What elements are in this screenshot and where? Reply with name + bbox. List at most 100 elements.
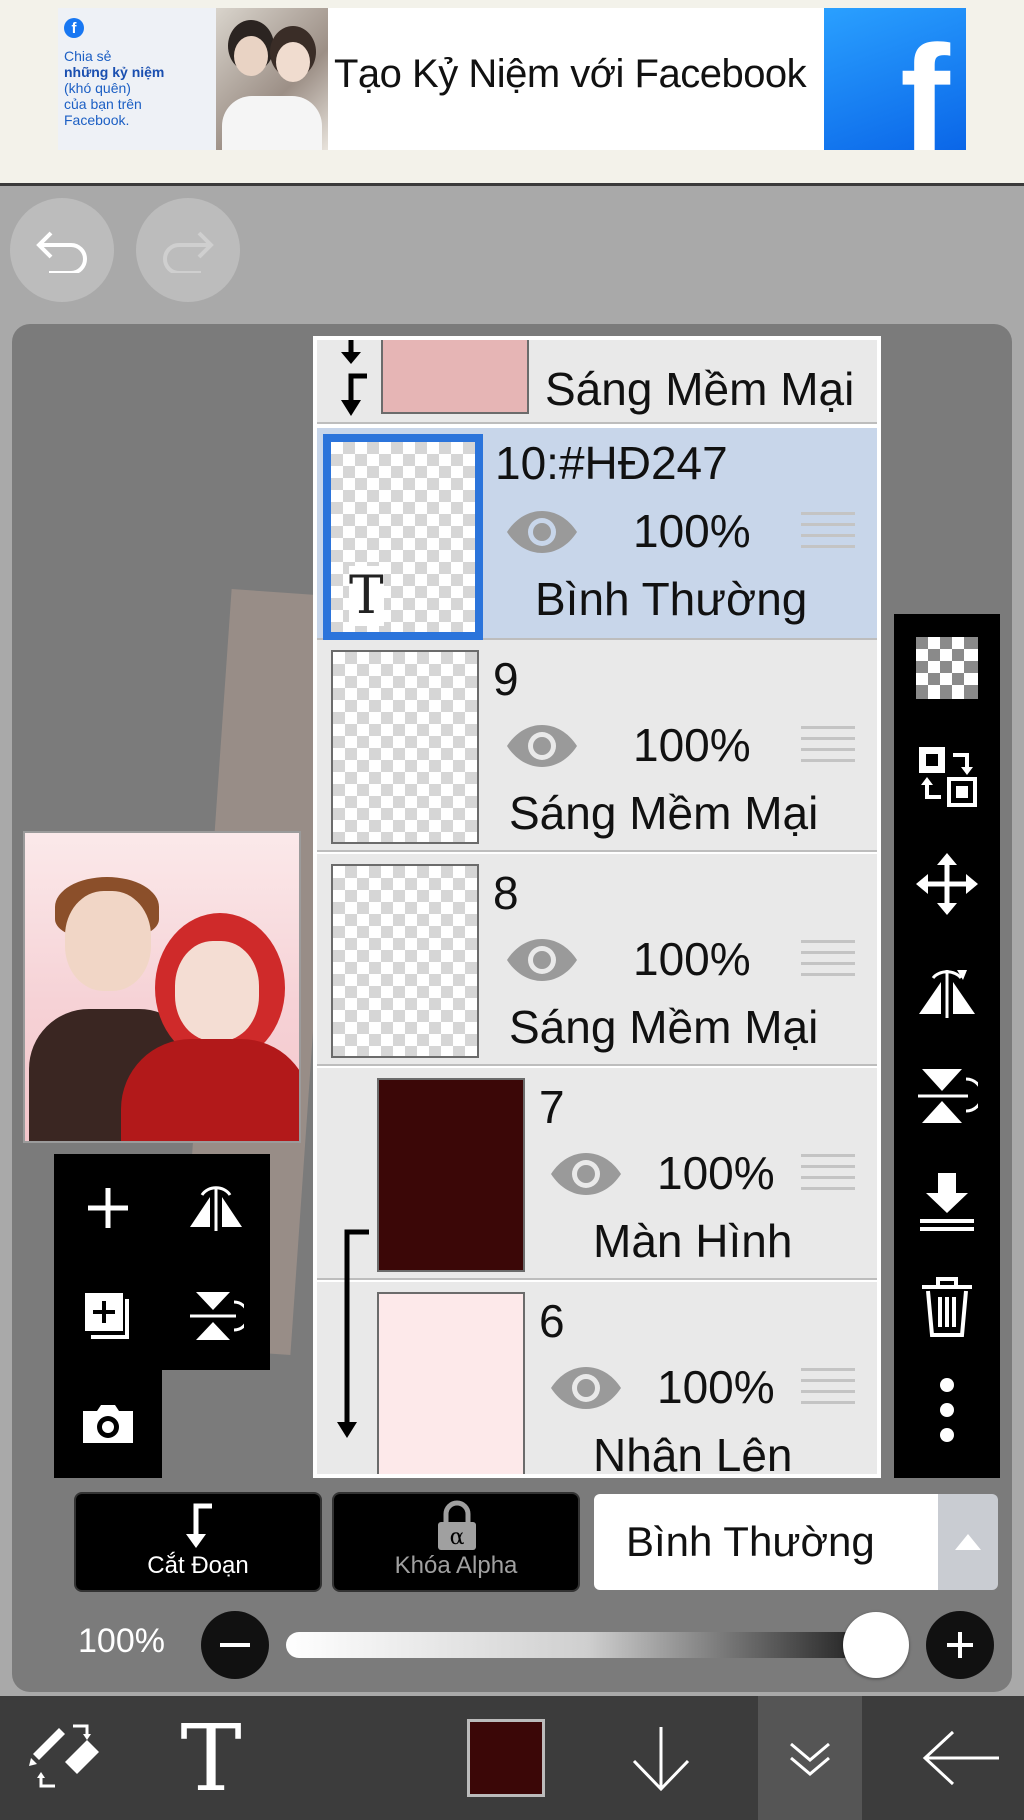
clip-bracket-icon: [337, 1229, 369, 1438]
trash-icon: [922, 1277, 972, 1337]
move-icon: [916, 853, 978, 915]
flip-horizontal-button[interactable]: [894, 940, 1000, 1040]
delete-layer-button[interactable]: [894, 1256, 1000, 1356]
ad-banner[interactable]: f Chia sẻ những kỷ niệm (khó quên) của b…: [0, 0, 1024, 186]
color-picker-button[interactable]: [456, 1696, 556, 1820]
plus-icon: [88, 1188, 128, 1228]
layer-name: 6: [539, 1295, 565, 1347]
brush-eraser-toggle-icon: [29, 1724, 99, 1788]
arrow-down-icon: [632, 1727, 690, 1792]
facebook-logo-icon: f: [824, 8, 966, 150]
ad-card[interactable]: f Chia sẻ những kỷ niệm (khó quên) của b…: [58, 8, 966, 150]
ad-share-text: Chia sẻ những kỷ niệm (khó quên) của bạn…: [64, 48, 165, 128]
undo-icon: [36, 231, 87, 273]
opacity-value: 100%: [78, 1622, 165, 1660]
flip-layer-vertical-button[interactable]: [162, 1262, 270, 1370]
clipping-button[interactable]: Cắt Đoạn: [74, 1492, 322, 1592]
duplicate-layer-button[interactable]: [54, 1262, 162, 1370]
drag-handle-icon[interactable]: [801, 512, 855, 552]
layer-row-8[interactable]: 8 100% Sáng Mềm Mại: [317, 854, 877, 1066]
swap-layer-button[interactable]: [894, 726, 1000, 826]
text-tool-button[interactable]: T: [166, 1696, 256, 1820]
move-button[interactable]: [894, 834, 1000, 934]
layer-down-button[interactable]: [616, 1696, 706, 1820]
color-swatch: [467, 1719, 545, 1797]
more-icon: [940, 1378, 954, 1442]
right-toolbar: [894, 614, 1000, 1478]
flip-vertical-icon: [918, 1069, 978, 1123]
flip-layer-horizontal-button[interactable]: [162, 1154, 270, 1262]
flip-vertical-button[interactable]: [894, 1046, 1000, 1146]
drag-handle-icon[interactable]: [801, 1154, 855, 1194]
alpha-lock-button[interactable]: α Khóa Alpha: [332, 1492, 580, 1592]
back-arrow-icon: [922, 1730, 999, 1786]
layer-thumbnail: [331, 650, 479, 844]
opacity-slider[interactable]: [286, 1612, 909, 1678]
layer-thumbnail: T: [323, 434, 483, 640]
layer-panel-toggle[interactable]: [758, 1696, 862, 1820]
layer-thumbnail: [377, 1078, 525, 1272]
opacity-slider-knob[interactable]: [843, 1612, 909, 1678]
text-layer-icon: T: [349, 566, 384, 626]
undo-button[interactable]: [10, 198, 114, 302]
facebook-mini-icon: f: [64, 18, 84, 38]
eye-icon[interactable]: [549, 1150, 623, 1198]
redo-button[interactable]: [136, 198, 240, 302]
layer-list[interactable]: Sáng Mềm Mại T 10:#HĐ247 100% Bình Thườn…: [313, 336, 881, 1478]
blend-mode-select[interactable]: Bình Thường: [594, 1494, 938, 1590]
layer-opacity: 100%: [633, 719, 751, 771]
eye-icon[interactable]: [505, 936, 579, 984]
triangle-up-icon: [955, 1534, 981, 1550]
camera-import-button[interactable]: [54, 1370, 162, 1478]
eye-icon[interactable]: [549, 1364, 623, 1412]
layer-row-7[interactable]: 7 100% Màn Hình: [317, 1068, 877, 1280]
bottom-nav: T: [0, 1696, 1024, 1820]
layer-blend-mode: Sáng Mềm Mại: [509, 787, 819, 839]
svg-text:T: T: [180, 1720, 241, 1796]
layer-row-partial[interactable]: Sáng Mềm Mại: [317, 340, 877, 424]
layer-blend-mode: Nhân Lên: [593, 1429, 793, 1478]
layer-row-9[interactable]: 9 100% Sáng Mềm Mại: [317, 640, 877, 852]
ad-left-panel: f Chia sẻ những kỷ niệm (khó quên) của b…: [58, 8, 216, 150]
layer-thumbnail: [377, 1292, 525, 1474]
layer-name: 10:#HĐ247: [495, 437, 728, 489]
drag-handle-icon[interactable]: [801, 940, 855, 980]
drag-handle-icon[interactable]: [801, 726, 855, 766]
minus-icon: [220, 1643, 250, 1647]
layer-blend-mode: Sáng Mềm Mại: [545, 363, 855, 415]
brush-eraser-toggle[interactable]: [20, 1696, 110, 1820]
checker-icon: [916, 637, 978, 699]
layer-blend-mode: Màn Hình: [593, 1215, 793, 1267]
swap-layer-icon: [919, 747, 977, 807]
layer-blend-mode: Sáng Mềm Mại: [509, 1001, 819, 1053]
layer-row-10[interactable]: T 10:#HĐ247 100% Bình Thường: [317, 428, 877, 640]
add-layer-button[interactable]: [54, 1154, 162, 1262]
flip-horizontal-icon: [919, 970, 975, 1018]
text-icon: T: [180, 1720, 241, 1796]
more-options-button[interactable]: [894, 1360, 1000, 1460]
blend-mode-dropdown-button[interactable]: [938, 1494, 998, 1590]
merge-down-button[interactable]: [894, 1152, 1000, 1252]
opacity-decrease-button[interactable]: [201, 1611, 269, 1679]
layer-blend-mode: Bình Thường: [535, 573, 808, 625]
layer-opacity: 100%: [657, 1147, 775, 1199]
svg-text:α: α: [450, 1525, 465, 1550]
clipping-label: Cắt Đoạn: [147, 1552, 249, 1579]
layer-opacity: 100%: [633, 933, 751, 985]
drag-handle-icon[interactable]: [801, 1368, 855, 1408]
eye-icon[interactable]: [505, 722, 579, 770]
layer-name: 8: [493, 867, 519, 919]
back-button[interactable]: [916, 1696, 1006, 1820]
alpha-lock-label: Khóa Alpha: [394, 1552, 518, 1579]
layer-opacity: 100%: [657, 1361, 775, 1413]
layer-thumbnail: [331, 864, 479, 1058]
flip-horizontal-icon: [190, 1186, 242, 1231]
canvas-preview[interactable]: [23, 831, 301, 1143]
eye-icon[interactable]: [505, 508, 579, 556]
transparency-button[interactable]: [894, 618, 1000, 718]
opacity-increase-button[interactable]: [926, 1611, 994, 1679]
ad-title: Tạo Kỷ Niệm với Facebook: [334, 52, 807, 96]
redo-icon: [163, 231, 214, 273]
layer-row-6[interactable]: 6 100% Nhân Lên: [317, 1282, 877, 1478]
double-chevron-down-icon: [790, 1742, 830, 1776]
